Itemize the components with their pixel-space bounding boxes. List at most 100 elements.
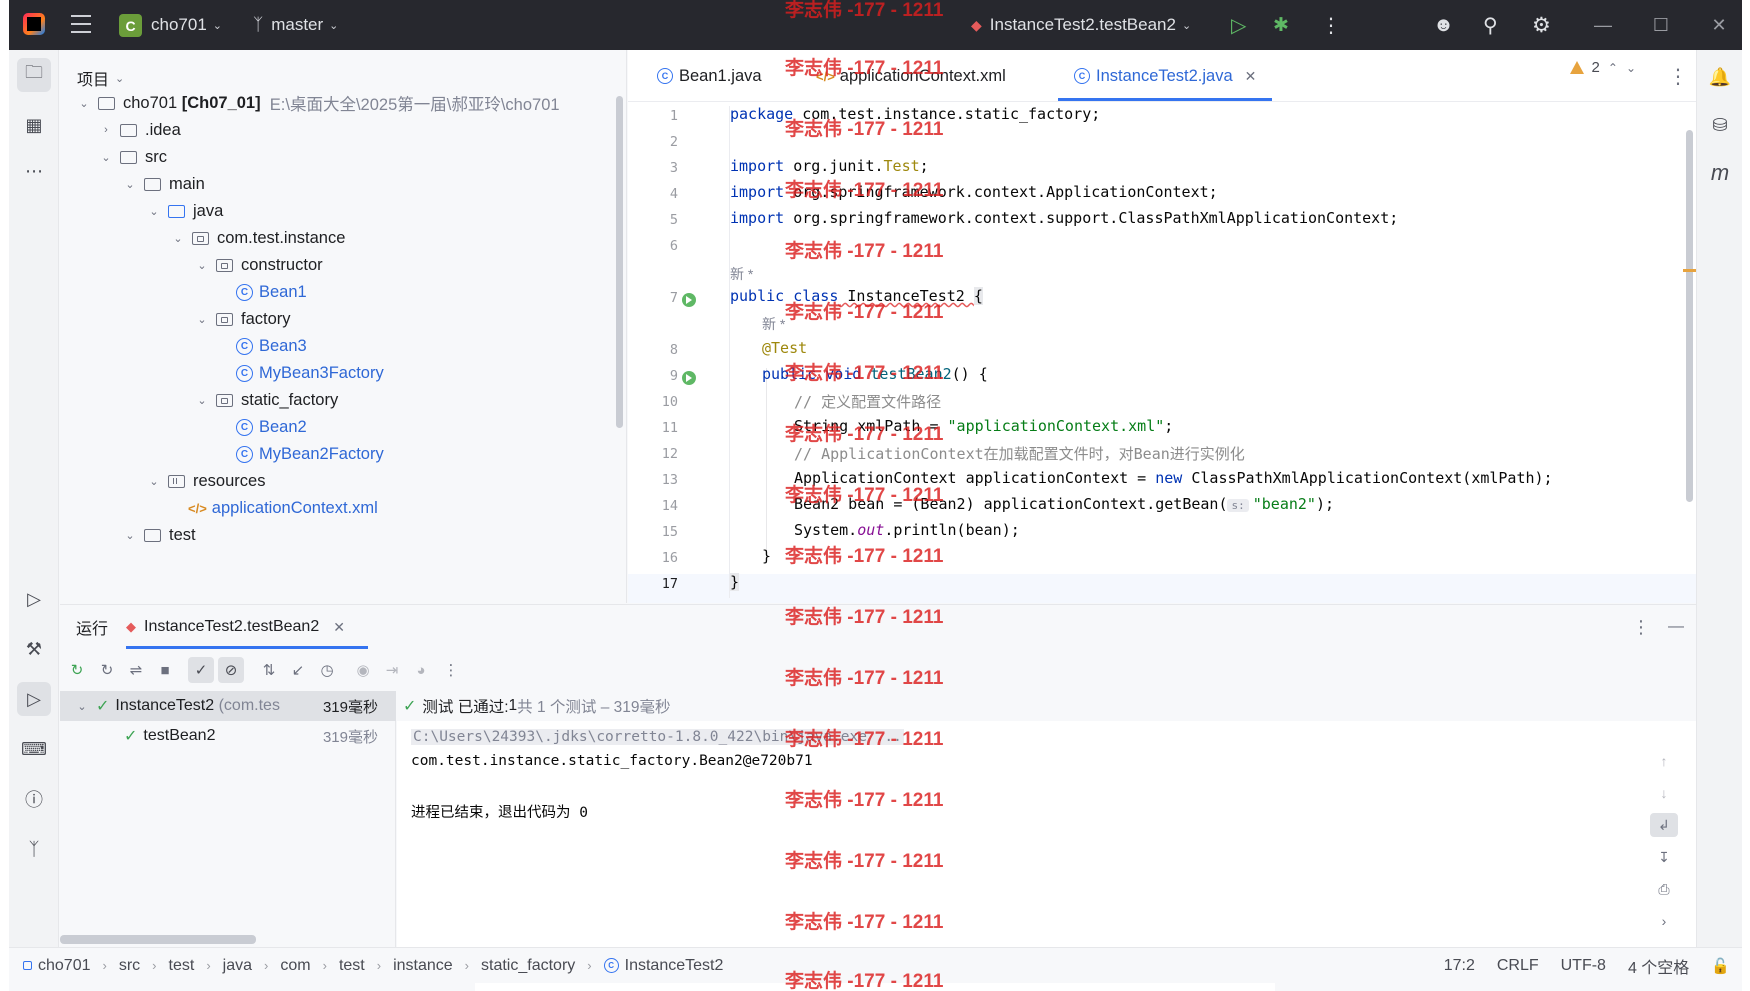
import-tests-icon[interactable]: ⇥ (379, 657, 405, 683)
toggle-auto-test-icon[interactable]: ⇌ (123, 657, 149, 683)
tree-item-java[interactable]: ⌄ java (146, 197, 223, 225)
breadcrumb-item[interactable]: test (339, 957, 365, 975)
breadcrumb-item[interactable]: instance (393, 957, 453, 975)
run-gutter-icon[interactable] (682, 371, 696, 385)
rerun-icon[interactable]: ↻ (64, 657, 90, 683)
tree-item-main[interactable]: ⌄ main (122, 170, 204, 198)
author-inlay-hint[interactable]: 新 * (730, 264, 753, 284)
close-tab-icon[interactable]: ✕ (333, 619, 345, 636)
breadcrumb-item[interactable]: com (280, 957, 310, 975)
show-ignored-icon[interactable]: ⊘ (218, 657, 244, 683)
author-inlay-hint[interactable]: 新 * (762, 314, 785, 334)
sort-by-duration-icon[interactable]: ◷ (314, 657, 340, 683)
run-tab[interactable]: ◆ InstanceTest2.testBean2 ✕ (126, 605, 345, 649)
database-icon[interactable]: ⛁ (1703, 108, 1737, 142)
close-tab-icon[interactable]: ✕ (1245, 68, 1257, 85)
code-with-me-icon[interactable]: ☻ (1433, 0, 1454, 50)
branch-switcher[interactable]: ᛉ master ⌄ (253, 0, 338, 50)
search-icon[interactable]: ⚲ (1483, 0, 1498, 50)
services-icon[interactable]: ▷ (17, 582, 51, 616)
indent-setting[interactable]: 4 个空格 (1628, 954, 1689, 978)
code-editor[interactable]: C Bean1.java </> applicationContext.xml … (628, 50, 1696, 603)
breadcrumb-item[interactable]: static_factory (481, 957, 575, 975)
tree-item-root[interactable]: ⌄ cho701 [Ch07_01] E:\桌面大全\2025第一届\郝亚玲\c… (76, 89, 559, 117)
tree-item-static-factory[interactable]: ⌄ static_factory (194, 386, 338, 414)
breadcrumb-item[interactable]: test (169, 957, 195, 975)
next-highlight-icon[interactable]: ⌄ (1626, 61, 1636, 75)
structure-icon[interactable]: ▦ (17, 108, 51, 142)
coverage-icon[interactable]: ◕ (408, 657, 434, 683)
run-tool-icon[interactable]: ▷ (17, 682, 51, 716)
tree-item-constructor[interactable]: ⌄ constructor (194, 251, 322, 279)
main-menu-icon[interactable] (71, 15, 91, 33)
tree-item-appcontext-xml[interactable]: </> applicationContext.xml (188, 494, 378, 522)
tree-item-factory[interactable]: ⌄ factory (194, 305, 290, 333)
warning-stripe-marker[interactable] (1683, 269, 1696, 272)
settings-gear-icon[interactable]: ⚙ (1532, 0, 1551, 50)
expand-more-icon[interactable]: › (1650, 909, 1678, 933)
breadcrumb-item[interactable]: InstanceTest2 (625, 957, 724, 975)
run-gutter-icon[interactable] (682, 293, 696, 307)
sort-alphabetically-icon[interactable]: ⇅ (256, 657, 282, 683)
console-output[interactable]: ✓ 测试 已通过: 1 共 1 个测试 – 319毫秒 C:\Users\243… (397, 691, 1696, 948)
tree-item-bean2[interactable]: C Bean2 (236, 413, 307, 441)
project-scrollbar[interactable] (616, 96, 623, 428)
intellij-logo-icon[interactable] (23, 13, 45, 35)
scroll-down-icon[interactable]: ↓ (1650, 781, 1678, 805)
inspection-widget[interactable]: 2 ⌃ ⌄ (1569, 59, 1636, 76)
project-folder-icon[interactable]: 🗀 (17, 58, 51, 92)
debug-bug-icon[interactable]: ✱ (1273, 0, 1289, 50)
problems-icon[interactable]: ⓘ (17, 782, 51, 816)
line-separator[interactable]: CRLF (1497, 957, 1539, 975)
run-config-selector[interactable]: ◆ InstanceTest2.testBean2 ⌄ (971, 0, 1191, 50)
build-hammer-icon[interactable]: ⚒ (17, 632, 51, 666)
tree-item-bean3[interactable]: C Bean3 (236, 332, 307, 360)
read-only-lock-icon[interactable]: 🔓 (1711, 957, 1730, 975)
tests-scrollbar[interactable] (60, 935, 256, 944)
previous-highlight-icon[interactable]: ⌃ (1608, 61, 1618, 75)
editor-scrollbar[interactable] (1686, 130, 1693, 502)
tab-applicationcontext[interactable]: </> applicationContext.xml (816, 50, 1006, 102)
breadcrumb-item[interactable]: java (223, 957, 252, 975)
collapse-all-icon[interactable]: ↙ (285, 657, 311, 683)
run-button[interactable]: ▷ (1231, 0, 1246, 50)
rerun-failed-icon[interactable]: ↻ (94, 657, 120, 683)
git-icon[interactable]: ᛉ (17, 832, 51, 866)
tab-instancetest2[interactable]: C InstanceTest2.java ✕ (1074, 50, 1256, 102)
tree-item-mybean2factory[interactable]: C MyBean2Factory (236, 440, 384, 468)
print-icon[interactable]: ⎙ (1650, 877, 1678, 901)
tree-item-bean1[interactable]: C Bean1 (236, 278, 307, 306)
more-tools-icon[interactable]: ⋯ (17, 154, 51, 188)
close-window-icon[interactable]: ✕ (1691, 0, 1742, 50)
breadcrumb-item[interactable]: src (119, 957, 140, 975)
tab-actions-icon[interactable]: ⋮ (1668, 50, 1688, 102)
tree-item-mybean3factory[interactable]: C MyBean3Factory (236, 359, 384, 387)
scroll-to-end-icon[interactable]: ↧ (1650, 845, 1678, 869)
more-options-icon[interactable]: ⋮ (438, 657, 464, 683)
maximize-icon[interactable]: ☐ (1633, 0, 1689, 50)
more-actions-icon[interactable]: ⋮ (1321, 0, 1341, 50)
tree-item-test[interactable]: ⌄ test (122, 521, 195, 549)
tab-bean1[interactable]: C Bean1.java (657, 50, 762, 102)
project-switcher[interactable]: cho701 ⌄ (151, 0, 222, 50)
notifications-bell-icon[interactable]: 🔔 (1703, 60, 1737, 94)
test-row-class[interactable]: ⌄ ✓ InstanceTest2 (com.tes 319毫秒 (60, 691, 396, 721)
test-row-method[interactable]: ✓ testBean2 319毫秒 (60, 721, 396, 751)
tree-item-idea[interactable]: › .idea (98, 116, 181, 144)
tree-item-resources[interactable]: ⌄ resources (146, 467, 265, 495)
scroll-up-icon[interactable]: ↑ (1650, 749, 1678, 773)
tree-item-src[interactable]: ⌄ src (98, 143, 167, 171)
minimize-icon[interactable]: — (1575, 0, 1631, 50)
hide-panel-icon[interactable]: — (1668, 618, 1684, 636)
show-passed-icon[interactable]: ✓ (188, 657, 214, 683)
caret-position[interactable]: 17:2 (1444, 957, 1475, 975)
terminal-icon[interactable]: ⌨ (17, 732, 51, 766)
tree-item-package[interactable]: ⌄ com.test.instance (170, 224, 345, 252)
soft-wrap-icon[interactable]: ↲ (1650, 813, 1678, 837)
screenshot-icon[interactable]: ◉ (350, 657, 376, 683)
breadcrumb-item[interactable]: cho701 (38, 957, 91, 975)
run-options-icon[interactable]: ⋮ (1632, 617, 1650, 638)
maven-icon[interactable]: m (1703, 156, 1737, 190)
project-panel-header[interactable]: 项目 ⌄ (77, 66, 124, 90)
project-badge[interactable]: C (119, 14, 142, 37)
